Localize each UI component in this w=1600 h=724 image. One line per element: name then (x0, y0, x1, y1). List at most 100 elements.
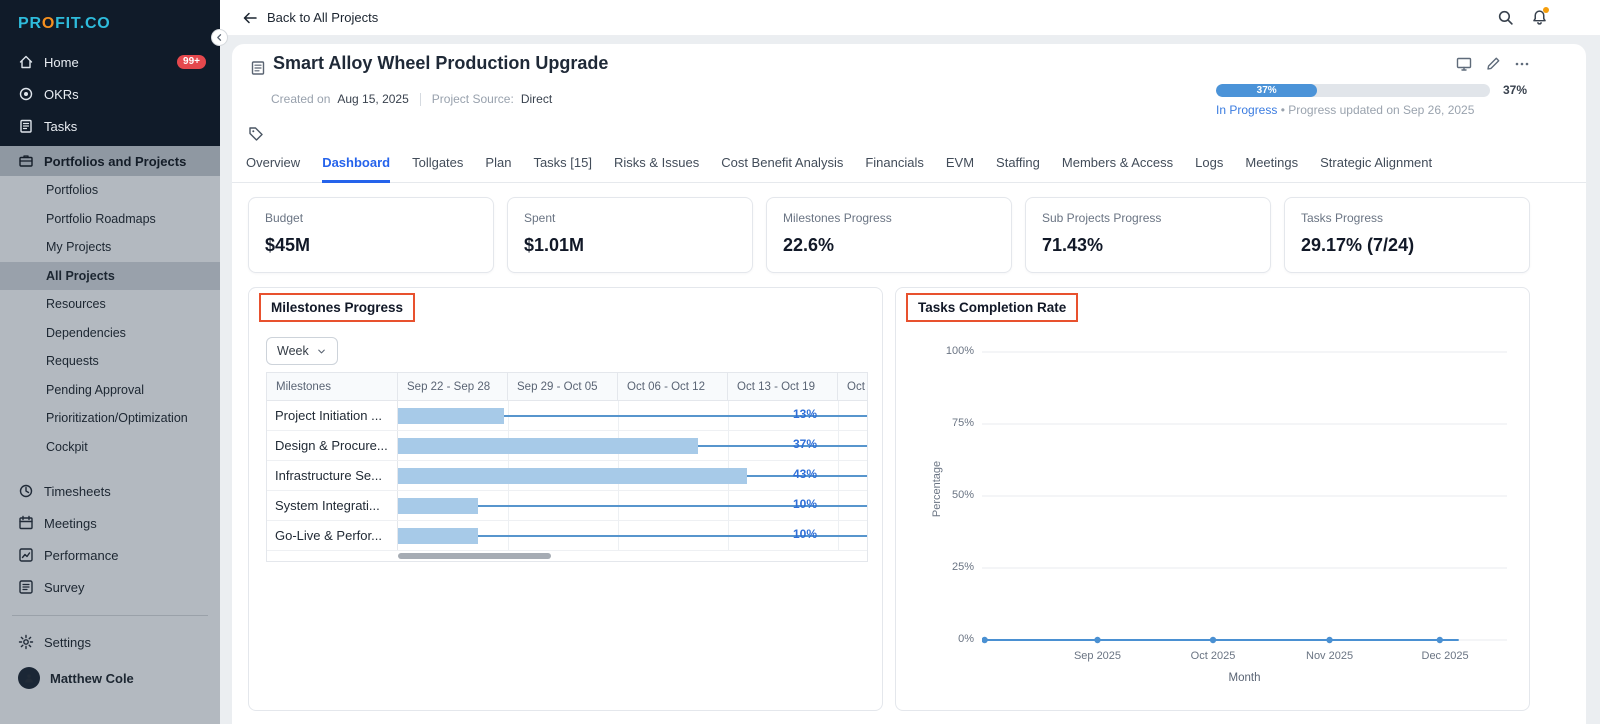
edit-icon[interactable] (1485, 56, 1501, 72)
notification-dot (1543, 7, 1549, 13)
sidebar-item-portfolio-roadmaps[interactable]: Portfolio Roadmaps (0, 205, 220, 234)
panel-title: Tasks Completion Rate (918, 300, 1066, 315)
tag-icon[interactable] (248, 126, 264, 142)
divider (12, 615, 208, 616)
tab-financials[interactable]: Financials (865, 152, 924, 183)
tab-meetings[interactable]: Meetings (1245, 152, 1298, 183)
period-dropdown[interactable]: Week (266, 337, 338, 365)
tab-staffing[interactable]: Staffing (996, 152, 1040, 183)
sidebar-item-settings[interactable]: Settings (0, 626, 220, 658)
more-options-icon[interactable] (1514, 56, 1530, 72)
sidebar-item-pending-approval[interactable]: Pending Approval (0, 376, 220, 405)
sidebar-item-survey[interactable]: Survey (0, 571, 220, 603)
tab-members-access[interactable]: Members & Access (1062, 152, 1173, 183)
tab-overview[interactable]: Overview (246, 152, 300, 183)
created-date: Aug 15, 2025 (337, 92, 408, 106)
kpi-value: 71.43% (1042, 235, 1254, 256)
sidebar-item-timesheets[interactable]: Timesheets (0, 475, 220, 507)
sidebar-item-home[interactable]: Home99+ (0, 46, 220, 78)
sidebar-item-meetings[interactable]: Meetings (0, 507, 220, 539)
y-axis-tick: 25% (930, 561, 974, 573)
tab-strategic-alignment[interactable]: Strategic Alignment (1320, 152, 1432, 183)
milestone-row: System Integrati... 10% (267, 491, 867, 521)
column-header: Oct 06 - Oct 12 (618, 373, 728, 400)
milestone-percent: 37% (793, 431, 817, 457)
sidebar-item-portfolios[interactable]: Portfolios (0, 176, 220, 205)
sidebar-item-tasks[interactable]: Tasks (0, 110, 220, 142)
sidebar-top-section: PROFIT.CO Home99+ OKRs Tasks (0, 0, 220, 146)
sidebar-item-cockpit[interactable]: Cockpit (0, 433, 220, 462)
horizontal-scrollbar[interactable] (267, 551, 867, 561)
created-label: Created on (271, 92, 330, 106)
tab-cost-benefit-analysis[interactable]: Cost Benefit Analysis (721, 152, 843, 183)
milestone-percent: 13% (793, 401, 817, 427)
monitor-icon[interactable] (1456, 56, 1472, 72)
kpi-label: Budget (265, 211, 477, 225)
sidebar-item-label: OKRs (44, 87, 79, 102)
sidebar-item-dependencies[interactable]: Dependencies (0, 319, 220, 348)
x-axis-label: Month (982, 672, 1507, 684)
briefcase-icon (18, 153, 34, 169)
milestone-bar-track: 37% (398, 431, 867, 460)
chevron-down-icon (316, 346, 327, 357)
sidebar-item-my-projects[interactable]: My Projects (0, 233, 220, 262)
sidebar-sub-nav: PortfoliosPortfolio RoadmapsMy ProjectsA… (0, 176, 220, 461)
logo-text: PR (18, 15, 42, 32)
tab-evm[interactable]: EVM (946, 152, 974, 183)
clock-icon (18, 483, 34, 499)
sidebar-item-prioritization-optimization[interactable]: Prioritization/Optimization (0, 404, 220, 433)
milestone-bar-track: 13% (398, 401, 867, 430)
sidebar-collapse-button[interactable] (211, 29, 228, 46)
sidebar-item-label: Home (44, 55, 79, 70)
sidebar-secondary-nav: TimesheetsMeetings Performance Survey (0, 475, 220, 603)
avatar (18, 667, 40, 689)
sidebar-item-okrs[interactable]: OKRs (0, 78, 220, 110)
topbar: Back to All Projects (220, 0, 1600, 36)
progress-note: Progress updated on Sep 26, 2025 (1288, 103, 1474, 117)
tab-bar: Overview Dashboard Tollgates Plan Tasks [15]… (232, 152, 1586, 183)
status-in-progress[interactable]: In Progress (1216, 103, 1277, 117)
panel-title: Milestones Progress (271, 300, 403, 315)
scrollbar-thumb[interactable] (398, 553, 551, 559)
column-header: Oct 2 (838, 373, 867, 400)
target-icon (18, 86, 34, 102)
survey-icon (18, 579, 34, 595)
sidebar-item-label: Performance (44, 548, 118, 563)
tab-risks-issues[interactable]: Risks & Issues (614, 152, 699, 183)
milestone-name: Project Initiation ... (267, 401, 398, 430)
tab-tasks-15[interactable]: Tasks [15] (533, 152, 592, 183)
project-header: Smart Alloy Wheel Production Upgrade Cre… (232, 44, 1586, 152)
y-axis-tick: 0% (930, 633, 974, 645)
milestone-bar (398, 498, 478, 514)
annotation-box-tasks: Tasks Completion Rate (906, 293, 1078, 322)
milestone-name: System Integrati... (267, 491, 398, 520)
x-axis-tick: Dec 2025 (1405, 650, 1485, 662)
sidebar-item-portfolios-and-projects[interactable]: Portfolios and Projects (0, 146, 220, 176)
tab-plan[interactable]: Plan (485, 152, 511, 183)
milestone-bar (398, 468, 747, 484)
sidebar-item-performance[interactable]: Performance (0, 539, 220, 571)
milestones-table-header: MilestonesSep 22 - Sep 28Sep 29 - Oct 05… (267, 373, 867, 401)
sidebar-item-all-projects[interactable]: All Projects (0, 262, 220, 291)
tasks-completion-panel: Tasks Completion Rate Percentage 0%25%50… (895, 287, 1530, 711)
sidebar-item-requests[interactable]: Requests (0, 347, 220, 376)
project-meta: Created on Aug 15, 2025 Project Source: … (271, 92, 552, 106)
search-icon[interactable] (1497, 9, 1514, 26)
tab-logs[interactable]: Logs (1195, 152, 1223, 183)
tab-dashboard[interactable]: Dashboard (322, 152, 390, 183)
milestone-bar-track: 10% (398, 491, 867, 520)
profit-logo[interactable]: PROFIT.CO (0, 0, 220, 46)
back-link[interactable]: Back to All Projects (242, 10, 378, 26)
notifications-button[interactable] (1531, 9, 1548, 26)
x-axis-tick: Sep 2025 (1058, 650, 1138, 662)
sidebar-user[interactable]: Matthew Cole (0, 662, 220, 694)
home-icon (18, 54, 34, 70)
milestones-progress-panel: Milestones Progress Week MilestonesSep 2… (248, 287, 883, 711)
sidebar-item-label: Portfolios and Projects (44, 154, 186, 169)
tab-tollgates[interactable]: Tollgates (412, 152, 463, 183)
milestone-percent: 10% (793, 491, 817, 517)
milestone-bar-track: 10% (398, 521, 867, 550)
y-axis-tick: 50% (930, 489, 974, 501)
sidebar-item-label: Tasks (44, 119, 77, 134)
sidebar-item-resources[interactable]: Resources (0, 290, 220, 319)
